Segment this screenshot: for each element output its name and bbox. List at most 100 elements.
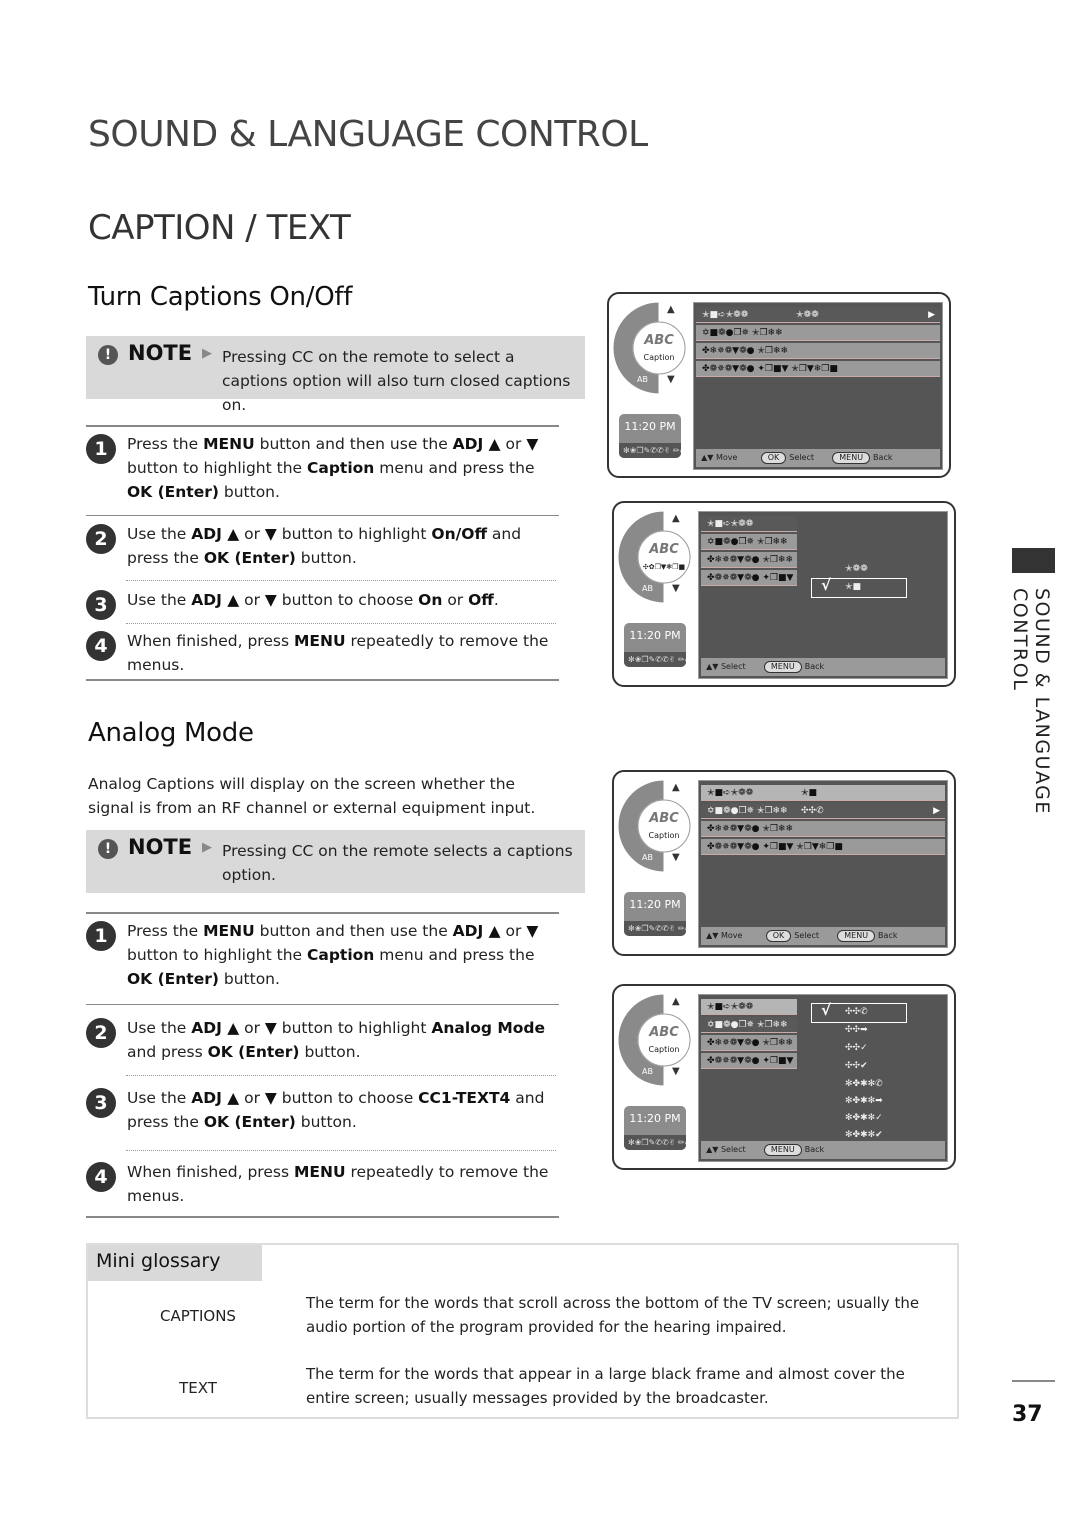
chapter-tab-marker bbox=[1012, 548, 1055, 573]
down-arrow-icon: ▼ bbox=[672, 852, 680, 863]
down-arrow-icon: ▼ bbox=[667, 374, 675, 385]
exclamation-icon: ! bbox=[98, 345, 118, 365]
option-on[interactable]: ✭■ bbox=[845, 582, 861, 592]
tv-menu-screenshot-3: ABC Caption AB ▲ ▼ 11:20 PM ✻❀❒✎✆✆✌ ✏✍✖ … bbox=[612, 770, 956, 956]
svg-text:ABC: ABC bbox=[648, 811, 679, 826]
divider bbox=[86, 912, 559, 914]
step-number: 4 bbox=[86, 631, 116, 661]
step-text: When finished, press MENU repeatedly to … bbox=[127, 632, 549, 674]
clock-display: 11:20 PM ✻❀❒✎✆✆✌ ✏✍✖ bbox=[624, 1106, 686, 1150]
menu-row[interactable]: ✡■❁●❒✵ ✭❒❄❄ bbox=[696, 325, 940, 341]
clock-display: 11:20 PM ✻❀❒✎✆✆✌ ✏✍✖ bbox=[624, 892, 686, 936]
svg-text:ABC: ABC bbox=[643, 333, 674, 348]
menu-row-onoff[interactable]: ✭■➪✭❁❁ ✭■ bbox=[701, 785, 945, 801]
menu-row[interactable]: ✤❁✵❁▼❁● ✦❒■▼ ✭❒▼❄❒■ bbox=[701, 839, 945, 855]
menu-row[interactable]: ✤❄✵❁▼❁● ✭❒❄❄ bbox=[701, 552, 797, 568]
glossary-heading: Mini glossary bbox=[88, 1245, 262, 1281]
step-4: 4 When finished, press MENU repeatedly t… bbox=[86, 629, 556, 679]
menu-row[interactable]: ✤❄✵❁▼❁● ✭❒❄❄ bbox=[701, 821, 945, 837]
step-text: When finished, press MENU repeatedly to … bbox=[127, 1163, 549, 1205]
menu-row[interactable]: ✡■❁●❒✵ ✭❒❄❄ bbox=[701, 534, 797, 550]
up-arrow-icon: ▲ bbox=[672, 996, 680, 1007]
glossary-definition: The term for the words that scroll acros… bbox=[306, 1294, 920, 1336]
chapter-vertical-title: SOUND & LANGUAGE CONTROL bbox=[1009, 588, 1053, 815]
section-title: CAPTION / TEXT bbox=[88, 208, 351, 248]
mini-glossary: Mini glossary CAPTIONS The term for the … bbox=[86, 1243, 959, 1419]
analog-option[interactable]: ✣✣✓ bbox=[845, 1043, 868, 1053]
menu-screen: ✭■➪✭❁❁ ✭❁❁ ▶ ✡■❁●❒✵ ✭❒❄❄ ✤❄✵❁▼❁● ✭❒❄❄ ✤❁✵❁… bbox=[693, 302, 943, 470]
menu-row[interactable]: ✤❁✵❁▼❁● ✦❒■▼ ✭❒▼❄❒■ bbox=[701, 570, 797, 586]
menu-row-onoff[interactable]: ✭■➪✭❁❁ ✭❁❁ ▶ bbox=[696, 307, 940, 323]
menu-row[interactable]: ✤❄✵❁▼❁● ✭❒❄❄ bbox=[701, 1035, 797, 1051]
svg-text:ABC: ABC bbox=[648, 542, 679, 557]
svg-text:Caption: Caption bbox=[649, 831, 680, 840]
analog-option[interactable]: ✣✣✔ bbox=[845, 1061, 868, 1071]
analog-option[interactable]: ✻✤✱✻➡ bbox=[845, 1096, 883, 1106]
clock-display: 11:20 PM ✻❀❒✎✆✆✌ ✏✍✖ bbox=[624, 623, 686, 667]
menu-screen: ✭■➪✭❁❁ ✡■❁●❒✵ ✭❒❄❄ ✤❄✵❁▼❁● ✭❒❄❄ ✤❁✵❁▼❁● … bbox=[698, 994, 948, 1162]
turn-captions-heading: Turn Captions On/Off bbox=[88, 282, 353, 312]
analog-option[interactable]: ✣✣➡ bbox=[845, 1025, 868, 1035]
step-text: Press the MENU button and then use the A… bbox=[127, 922, 539, 988]
page-number: 37 bbox=[1012, 1402, 1043, 1427]
analog-mode-heading: Analog Mode bbox=[88, 718, 254, 748]
menu-row-onoff[interactable]: ✭■➪✭❁❁ bbox=[701, 999, 797, 1015]
note-label: NOTE bbox=[128, 341, 193, 365]
svg-text:AB: AB bbox=[642, 853, 653, 862]
menu-screen: ✭■➪✭❁❁ ✡■❁●❒✵ ✭❒❄❄ ✤❄✵❁▼❁● ✭❒❄❄ ✤❁✵❁▼❁● … bbox=[698, 511, 948, 679]
menu-footer: ▲▼ Select MENU Back bbox=[701, 1141, 945, 1159]
menu-row-onoff[interactable]: ✭■➪✭❁❁ bbox=[701, 516, 797, 532]
menu-row[interactable]: ✤❁✵❁▼❁● ✦❒■▼ ✭❒▼❄❒■ bbox=[696, 361, 940, 377]
analog-option[interactable]: ✣✣✆ bbox=[845, 1007, 868, 1017]
menu-row[interactable]: ✤❁✵❁▼❁● ✦❒■▼ ✭❒▼❄❒■ bbox=[701, 1053, 797, 1069]
menu-row-analog[interactable]: ✡■❁●❒✵ ✭❒❄❄ bbox=[701, 1017, 797, 1033]
dotted-divider bbox=[126, 580, 556, 581]
menu-row[interactable]: ✤❄✵❁▼❁● ✭❒❄❄ bbox=[696, 343, 940, 359]
step-number: 3 bbox=[86, 1088, 116, 1118]
analog-option[interactable]: ✻✤✱✻✔ bbox=[845, 1130, 883, 1140]
triangle-right-icon: ▶ bbox=[202, 840, 212, 855]
divider bbox=[86, 425, 559, 427]
up-arrow-icon: ▲ bbox=[667, 304, 675, 315]
step-3: 3 Use the ADJ ▲ or ▼ button to choose CC… bbox=[86, 1086, 556, 1136]
svg-text:Caption: Caption bbox=[649, 1045, 680, 1054]
down-arrow-icon: ▼ bbox=[672, 1066, 680, 1077]
svg-text:AB: AB bbox=[637, 375, 648, 384]
step-text: Use the ADJ ▲ or ▼ button to choose On o… bbox=[127, 591, 499, 609]
clock-display: 11:20 PM ✻❀❒✎✆✆✌ ✏✍✖ bbox=[619, 414, 681, 458]
check-icon: √ bbox=[821, 576, 832, 594]
step-1: 1 Press the MENU button and then use the… bbox=[86, 432, 556, 506]
svg-text:Caption: Caption bbox=[644, 353, 675, 362]
tv-menu-screenshot-2: ABC ✣✿❒▼❃❒■ AB ▲ ▼ 11:20 PM ✻❀❒✎✆✆✌ ✏✍✖ … bbox=[612, 501, 956, 687]
divider bbox=[86, 1216, 559, 1218]
svg-text:ABC: ABC bbox=[648, 1025, 679, 1040]
analog-option[interactable]: ✻✤✱✻✓ bbox=[845, 1113, 883, 1123]
glossary-term: TEXT bbox=[179, 1379, 217, 1397]
svg-text:AB: AB bbox=[642, 1067, 653, 1076]
step-number: 2 bbox=[86, 1018, 116, 1048]
step-2: 2 Use the ADJ ▲ or ▼ button to highlight… bbox=[86, 1016, 556, 1066]
step-number: 1 bbox=[86, 434, 116, 464]
step-1: 1 Press the MENU button and then use the… bbox=[86, 919, 556, 993]
step-number: 4 bbox=[86, 1162, 116, 1192]
divider bbox=[86, 515, 559, 516]
tv-menu-screenshot-1: ABC Caption AB ▲ ▼ 11:20 PM ✻❀❒✎✆✆✌ ✏✍✖ … bbox=[607, 292, 951, 478]
step-text: Use the ADJ ▲ or ▼ button to highlight O… bbox=[127, 525, 522, 567]
page-number-rule bbox=[1012, 1380, 1055, 1382]
step-number: 3 bbox=[86, 590, 116, 620]
step-3: 3 Use the ADJ ▲ or ▼ button to choose On… bbox=[86, 588, 556, 620]
glossary-term: CAPTIONS bbox=[160, 1307, 236, 1325]
note-text: Pressing CC on the remote selects a capt… bbox=[222, 842, 573, 884]
menu-row-analog[interactable]: ✡■❁●❒✵ ✭❒❄❄ ✣✣✆ ▶ bbox=[701, 803, 945, 819]
analog-option[interactable]: ✻✤✱✻✆ bbox=[845, 1079, 883, 1089]
step-text: Use the ADJ ▲ or ▼ button to choose CC1-… bbox=[127, 1089, 545, 1131]
step-number: 2 bbox=[86, 524, 116, 554]
down-arrow-icon: ▼ bbox=[672, 583, 680, 594]
dotted-divider bbox=[126, 1075, 556, 1076]
divider bbox=[86, 679, 559, 681]
note-box-analog: ! NOTE ▶ Pressing CC on the remote selec… bbox=[86, 830, 585, 893]
option-off[interactable]: ✭❁❁ bbox=[845, 564, 868, 574]
divider bbox=[86, 1004, 559, 1005]
note-box-captions: ! NOTE ▶ Pressing CC on the remote to se… bbox=[86, 336, 585, 414]
menu-footer: ▲▼ Select MENU Back bbox=[701, 658, 945, 676]
